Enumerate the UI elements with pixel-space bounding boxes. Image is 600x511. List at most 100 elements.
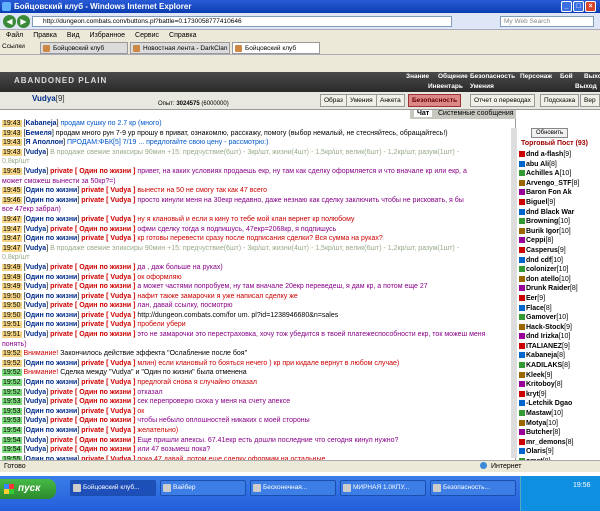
player-item[interactable]: Arvengo_STF[8] [517,179,600,189]
search-input[interactable]: My Web Search [500,16,594,27]
player-item[interactable]: Kleek[9] [517,371,600,381]
menu-item[interactable]: Справка [169,32,196,39]
player-item[interactable]: dnd Black War [517,208,600,218]
player-name[interactable]: Achilles A [526,170,560,177]
player-item[interactable]: Burik Igor[10] [517,227,600,237]
chat-author[interactable]: Vudya [25,149,46,156]
start-button[interactable]: пуск [0,479,56,499]
skills-button[interactable]: Умения [346,94,377,107]
chat-author[interactable]: Один по жизни [25,235,77,242]
chat-author[interactable]: Vudya [25,245,46,252]
game-nav-sub-item[interactable]: Умения [470,83,494,90]
player-name[interactable]: Kleek [526,372,545,379]
player-name[interactable]: dnd Irizka [526,333,559,340]
player-name[interactable]: Arvengo_STF [526,180,572,187]
player-name[interactable]: mr_demons [526,439,566,446]
player-name[interactable]: dnd a-flash [526,151,563,158]
player-name[interactable]: Browning [526,218,558,225]
chat-author[interactable]: Vudya [25,437,46,444]
player-name[interactable]: Ceppi [526,237,545,244]
chat-author[interactable]: Kabaneja [25,120,56,127]
player-item[interactable]: ITALIANEZ[9] [517,342,600,352]
chat-private-to[interactable]: private [ Один по жизни ] [50,446,135,453]
chat-author[interactable]: Один по жизни [25,321,77,328]
chat-author[interactable]: Бемеля [25,130,51,137]
profile-button[interactable]: Анкета [376,94,405,107]
chat-private-to[interactable]: private [ Один по жизни ] [50,398,135,405]
player-name[interactable]: KADILAKS [526,362,562,369]
chat-private-to[interactable]: private [ Vudya ] [81,235,135,242]
chat-private-to[interactable]: private [ Vudya ] [81,274,135,281]
chat-author[interactable]: Один по жизни [25,187,77,194]
player-name[interactable]: Casperus [526,247,558,254]
player-item[interactable]: Gamover[10] [517,313,600,323]
chat-author[interactable]: Один по жизни [25,312,77,319]
chat-private-to[interactable]: private [ Один по жизни ] [50,264,135,271]
player-item[interactable]: dnd cdf[10] [517,256,600,266]
chat-private-to[interactable]: private [ Vudya ] [81,216,135,223]
character-name[interactable]: Vudya[9] [32,94,65,103]
forward-button[interactable]: ▶ [17,15,30,28]
taskbar-item[interactable]: МИРНАЯ 1.0КПУ... [340,480,426,496]
menu-item[interactable]: Сервис [135,32,159,39]
chat-private-to[interactable]: private [ Vudya ] [81,293,135,300]
player-item[interactable]: colonizer[10] [517,265,600,275]
tab-fight-club-2[interactable]: Бойцовский клуб [232,42,320,54]
player-item[interactable]: Drunk Raider[8] [517,284,600,294]
menu-item[interactable]: Избранное [90,32,125,39]
player-item[interactable]: Casperus[9] [517,246,600,256]
security-button[interactable]: Безопасность [408,94,462,107]
chat-author[interactable]: Один по жизни [25,427,77,434]
chat-private-to[interactable]: private [ Vudya ] [81,379,135,386]
player-name[interactable]: Mastaw [526,410,551,417]
chat-author[interactable]: Один по жизни [25,379,77,386]
hint-button[interactable]: Подсказка [540,94,580,107]
game-nav-item[interactable]: Выход [584,73,600,80]
player-name[interactable]: abu Ali [526,161,549,168]
minimize-button[interactable]: _ [561,1,572,12]
chat-author[interactable]: Один по жизни [25,274,77,281]
tab-chat[interactable]: Чат [414,110,433,117]
player-item[interactable]: kryt[9] [517,390,600,400]
player-name[interactable]: dnd Black War [526,209,574,216]
player-name[interactable]: Motya [526,420,546,427]
chat-private-to[interactable]: private [ Vudya ] [81,408,135,415]
player-item[interactable]: Kritoboy[8] [517,380,600,390]
chat-private-to[interactable]: private [ Один по жизни ] [50,168,135,175]
player-item[interactable]: Olaris[9] [517,447,600,457]
player-item[interactable]: Butcher[8] [517,428,600,438]
player-item[interactable]: Biguel[9] [517,198,600,208]
chat-author[interactable]: Vudya [25,331,46,338]
game-nav-sub-item[interactable]: Инвентарь [428,83,463,90]
chat-author[interactable]: Vudya [25,446,46,453]
chat-author[interactable]: Один по жизни [25,360,77,367]
player-name[interactable]: Kritoboy [526,381,555,388]
chat-author[interactable]: Vudya [25,283,46,290]
chat-private-to[interactable]: private [ Vudya ] [81,197,135,204]
chat-author[interactable]: Vudya [25,302,46,309]
player-item[interactable]: dnd a-flash[9] [517,150,600,160]
url-input[interactable]: http://dungeon.combats.com/buttons.pl?ba… [32,16,452,27]
player-item[interactable]: don atello[10] [517,275,600,285]
player-item[interactable]: Kabaneja[8] [517,351,600,361]
taskbar-item[interactable]: Безопасность... [430,480,516,496]
player-item[interactable]: Mastaw[10] [517,409,600,419]
chat-private-to[interactable]: private [ Vudya ] [81,427,135,434]
player-item[interactable]: Baron Fon Ak [517,188,600,198]
chat-author[interactable]: Vudya [25,226,46,233]
chat-author[interactable]: Vudya [25,264,46,271]
taskbar-item[interactable]: Вайбер [160,480,246,496]
close-button[interactable]: × [585,1,596,12]
player-item[interactable]: mr_demons[8] [517,438,600,448]
chat-author[interactable]: Один по жизни [25,216,77,223]
ver-button[interactable]: Вер [580,94,600,107]
player-name[interactable]: Gamover [526,314,556,321]
maximize-button[interactable]: □ [573,1,584,12]
back-button[interactable]: ◀ [3,15,16,28]
chat-author[interactable]: Vudya [25,417,46,424]
player-name[interactable]: kryt [526,391,539,398]
chat-author[interactable]: Vudya [25,398,46,405]
player-name[interactable]: don atello [526,276,559,283]
player-name[interactable]: Hack-Stock [526,324,564,331]
game-nav-sub-item[interactable]: Выход [575,83,597,90]
